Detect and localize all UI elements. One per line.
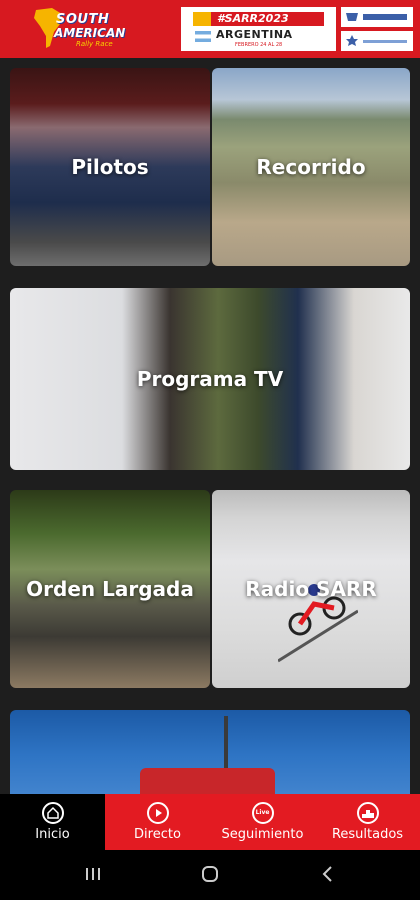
tile-orden-largada[interactable]: Orden Largada — [10, 490, 210, 688]
tile-recorrido[interactable]: Recorrido — [212, 68, 410, 266]
logo-line-2: AMERICAN — [54, 26, 126, 40]
sponsor-logo-2 — [341, 31, 413, 51]
tab-inicio[interactable]: Inicio — [0, 794, 105, 850]
home-circle-icon[interactable] — [200, 864, 220, 884]
tile-label: Recorrido — [256, 155, 366, 179]
tile-bivouac[interactable] — [10, 710, 410, 794]
tile-label: Programa TV — [136, 367, 284, 391]
live-icon: Live — [251, 802, 274, 824]
tab-label: Seguimiento — [221, 827, 304, 842]
sponsor-emblem-icon — [346, 13, 358, 21]
tab-label: Inicio — [35, 827, 70, 842]
tab-label: Directo — [134, 827, 181, 842]
sponsor-star-icon — [346, 35, 358, 46]
rally-bus-image — [140, 768, 275, 794]
event-country: ARGENTINA — [216, 28, 293, 41]
rally-motorcycle-image — [278, 584, 358, 663]
argentina-flag-icon — [195, 31, 211, 42]
home-icon — [41, 802, 64, 824]
sponsor-wordmark — [363, 40, 407, 43]
light-pole — [224, 716, 228, 776]
podium-icon — [356, 802, 379, 824]
tab-label: Resultados — [331, 827, 404, 842]
tile-programa-tv[interactable]: Programa TV — [10, 288, 410, 470]
event-dates: FEBRERO 24 AL 28 — [235, 42, 283, 48]
app-header: SOUTH AMERICAN Rally Race #SARR2023 ARGE… — [0, 0, 420, 58]
recent-apps-icon[interactable] — [84, 864, 102, 884]
event-title: #SARR2023 — [217, 12, 289, 25]
tile-label: Pilotos — [71, 155, 149, 179]
tile-radio-sarr[interactable]: Radio SARR — [212, 490, 410, 688]
tab-resultados[interactable]: Resultados — [315, 794, 420, 850]
logo-line-3: Rally Race — [76, 40, 113, 48]
play-icon — [146, 802, 169, 824]
live-badge: Live — [255, 809, 270, 816]
event-title-badge: #SARR2023 — [193, 12, 324, 26]
sponsor-logo-1 — [341, 7, 413, 27]
event-banner: #SARR2023 ARGENTINA FEBRERO 24 AL 28 — [181, 7, 336, 51]
system-navigation-bar — [0, 850, 420, 900]
logo-line-1: SOUTH — [56, 12, 110, 27]
tile-label: Radio SARR — [245, 577, 377, 601]
bottom-tab-bar: Inicio Directo Live Seguimiento Resultad… — [0, 794, 420, 850]
tile-label: Orden Largada — [26, 577, 194, 601]
tab-seguimiento[interactable]: Live Seguimiento — [210, 794, 315, 850]
sponsor-wordmark — [363, 14, 407, 20]
tile-pilotos[interactable]: Pilotos — [10, 68, 210, 266]
back-icon[interactable] — [319, 864, 335, 884]
home-menu-grid: Pilotos Recorrido Programa TV Orden Larg… — [0, 58, 420, 794]
south-american-rally-race-logo: SOUTH AMERICAN Rally Race — [32, 6, 132, 50]
tab-directo[interactable]: Directo — [105, 794, 210, 850]
